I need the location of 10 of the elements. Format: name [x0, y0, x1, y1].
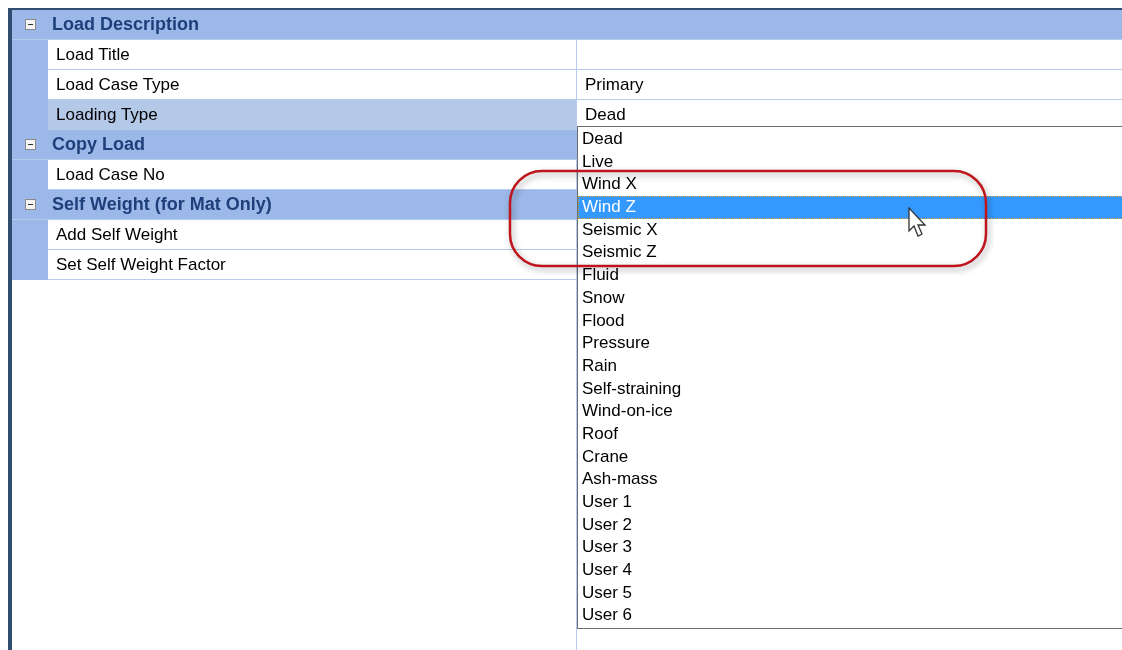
value-cell[interactable] [576, 40, 1122, 70]
section-title: Copy Load [51, 133, 145, 156]
section-title: Load Description [51, 13, 199, 36]
collapse-icon[interactable] [24, 139, 36, 150]
collapse-icon[interactable] [24, 199, 36, 210]
property-value[interactable]: Primary [576, 70, 1122, 100]
row-margin [12, 250, 48, 280]
collapse-icon[interactable] [24, 19, 36, 30]
property-label[interactable]: Loading Type [48, 100, 576, 130]
section-title: Self Weight (for Mat Only) [51, 193, 272, 216]
